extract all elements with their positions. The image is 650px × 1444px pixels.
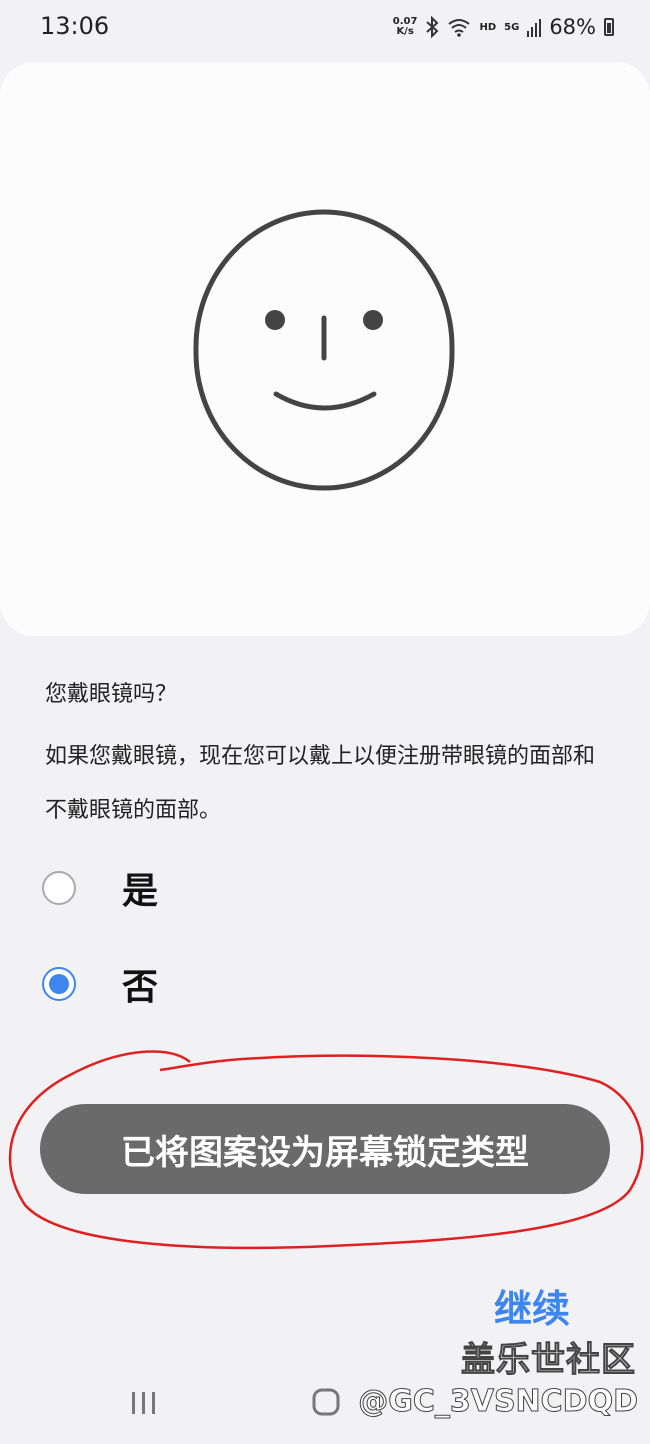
battery-percent: 68%	[549, 15, 596, 39]
status-icons: 0.07 K/s HD 5G 68%	[393, 12, 614, 42]
radio-no-selected[interactable]	[42, 967, 76, 1001]
net-speed: 0.07 K/s	[393, 17, 418, 37]
net-speed-unit: K/s	[396, 26, 414, 37]
watermark-handle: @GC_3VSNCDQD	[358, 1384, 639, 1420]
option-yes[interactable]: 是	[42, 858, 342, 918]
wifi-icon	[448, 19, 471, 37]
hd-label: HD	[479, 21, 497, 33]
status-time: 13:06	[40, 12, 110, 40]
option-no-label: 否	[122, 967, 159, 1008]
battery-icon	[604, 18, 614, 36]
status-bar: 13:06 0.07 K/s HD 5G 68%	[0, 0, 650, 56]
face-outline-icon	[193, 209, 455, 491]
watermark-title: 盖乐世社区	[461, 1340, 636, 1381]
radio-yes[interactable]	[42, 871, 76, 905]
continue-button[interactable]: 继续	[494, 1278, 570, 1333]
network-label: 5G	[504, 21, 520, 33]
option-no[interactable]: 否	[42, 954, 342, 1014]
glasses-description: 如果您戴眼镜，现在您可以戴上以便注册带眼镜的面部和不戴眼镜的面部。	[45, 744, 596, 823]
recents-icon[interactable]	[131, 1390, 157, 1416]
glasses-question: 您戴眼镜吗？	[45, 682, 178, 707]
home-icon[interactable]	[312, 1388, 340, 1416]
face-illustration-card	[0, 62, 650, 636]
bluetooth-icon	[426, 16, 439, 38]
option-yes-label: 是	[122, 871, 159, 912]
toast-message: 已将图案设为屏幕锁定类型	[40, 1104, 610, 1194]
signal-icon	[527, 19, 542, 37]
